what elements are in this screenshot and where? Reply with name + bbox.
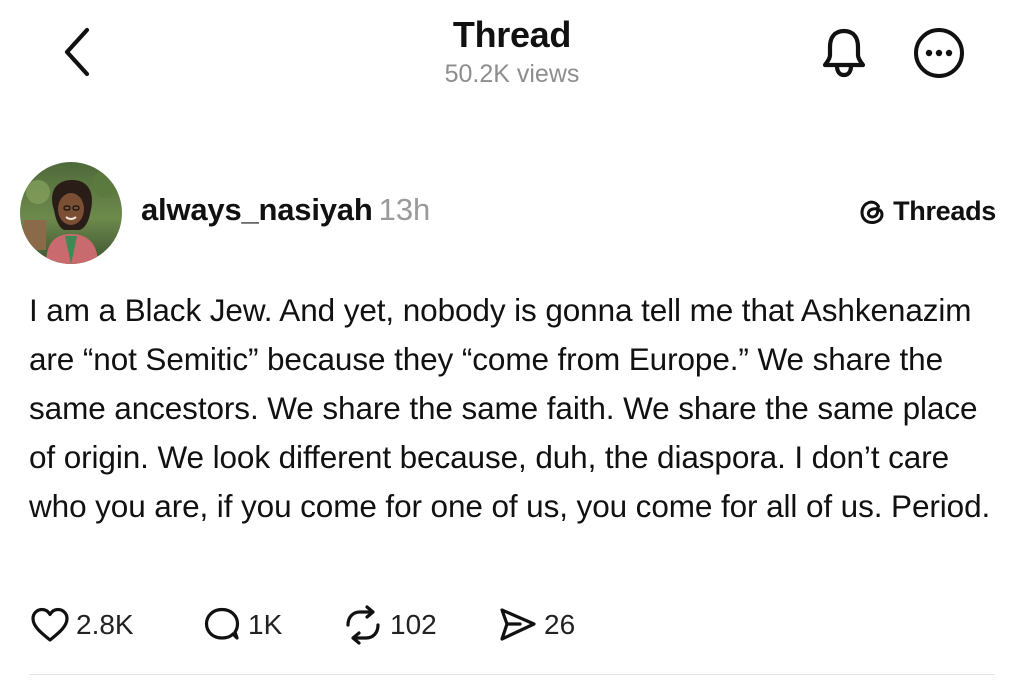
avatar[interactable] bbox=[20, 162, 122, 264]
share-button[interactable]: 26 bbox=[498, 602, 575, 648]
reply-count: 1K bbox=[248, 609, 283, 640]
threads-logo-icon bbox=[860, 200, 884, 224]
repost-count: 102 bbox=[390, 609, 437, 640]
notification-bell-button[interactable] bbox=[818, 22, 870, 82]
post-timestamp: 13h bbox=[378, 192, 431, 227]
reply-button[interactable]: 1K bbox=[202, 602, 282, 648]
divider bbox=[29, 674, 995, 675]
view-count: 50.2K views bbox=[444, 60, 580, 88]
heart-icon bbox=[31, 607, 69, 642]
bell-icon bbox=[822, 28, 866, 78]
share-count: 26 bbox=[544, 609, 576, 640]
post-meta: always_nasiyah 13h bbox=[141, 192, 430, 228]
threads-source-badge: Threads bbox=[857, 196, 996, 227]
like-button[interactable]: 2.8K bbox=[30, 602, 134, 648]
page-title: Thread bbox=[452, 14, 572, 55]
send-icon bbox=[500, 608, 536, 641]
username[interactable]: always_nasiyah bbox=[141, 192, 373, 227]
more-horizontal-icon bbox=[914, 28, 964, 78]
repost-icon bbox=[346, 605, 380, 645]
comment-icon bbox=[204, 607, 240, 640]
post-body: I am a Black Jew. And yet, nobody is gon… bbox=[29, 292, 991, 524]
threads-badge-label: Threads bbox=[893, 196, 996, 226]
like-count: 2.8K bbox=[76, 609, 134, 640]
more-options-button[interactable] bbox=[912, 26, 966, 80]
repost-button[interactable]: 102 bbox=[342, 602, 437, 648]
